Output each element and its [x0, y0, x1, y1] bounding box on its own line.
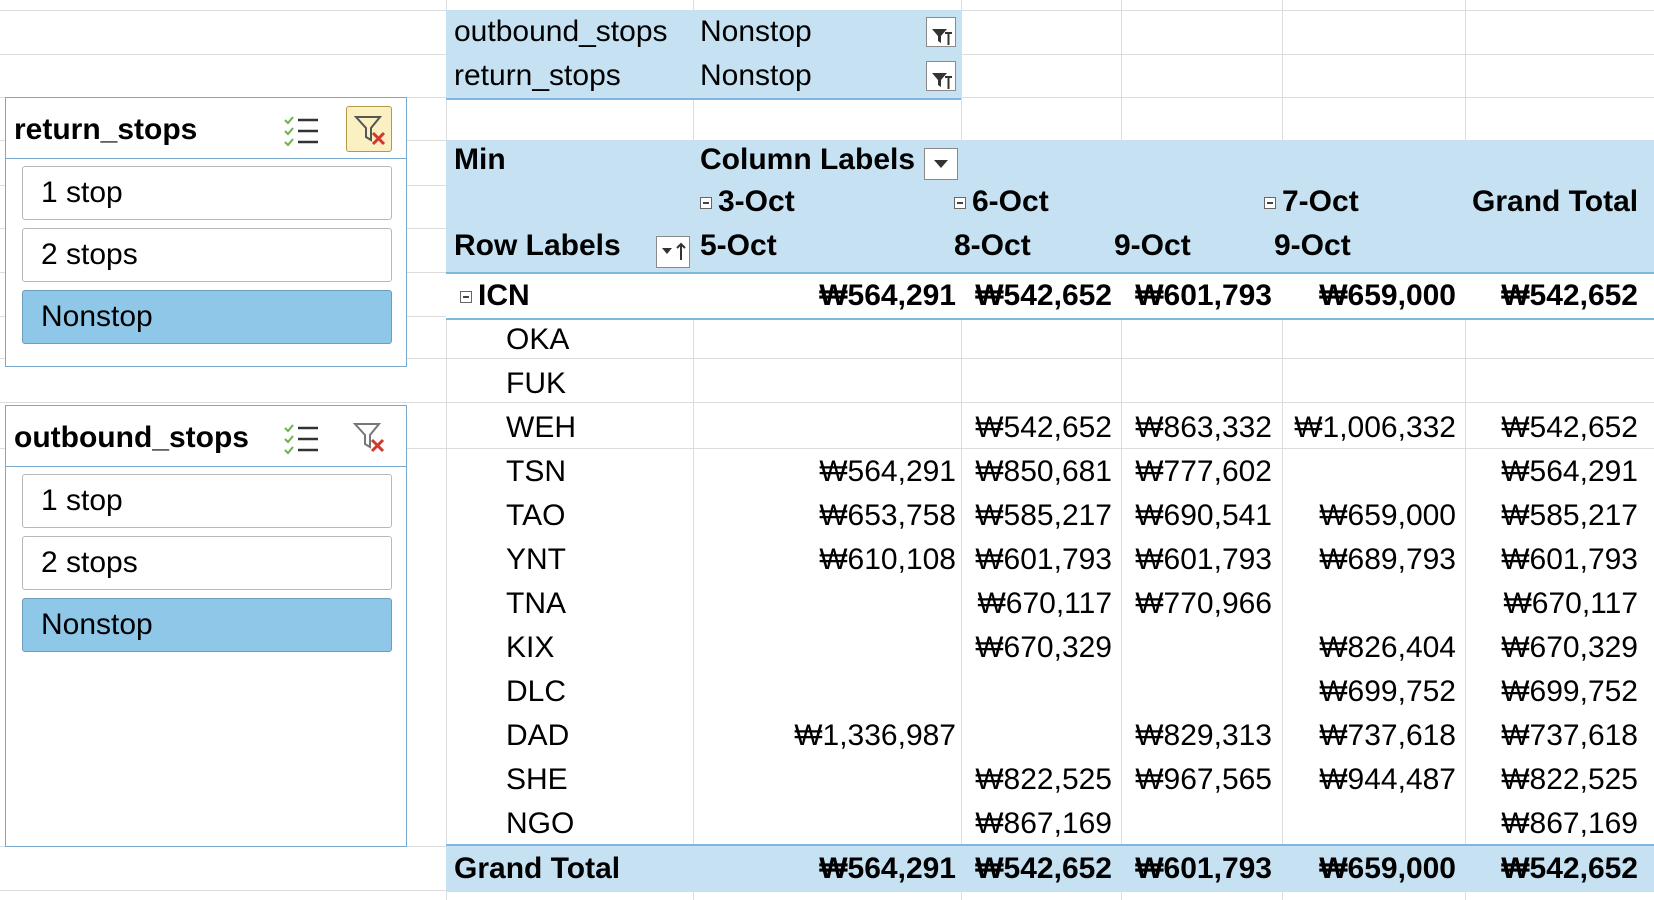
value-cell[interactable]: ₩564,291	[446, 450, 1638, 494]
clear-filter-icon[interactable]	[346, 106, 392, 152]
collapse-icon[interactable]	[700, 197, 712, 210]
slicer-item[interactable]: 2 stops	[22, 536, 392, 590]
value-cell[interactable]: ₩699,752	[446, 670, 1638, 714]
clear-filter-icon[interactable]	[346, 414, 392, 460]
table-row[interactable]: WEH ₩542,652 ₩863,332 ₩1,006,332 ₩542,652	[446, 406, 1654, 450]
slicer-title: return_stops	[14, 113, 198, 146]
slicer-return-stops[interactable]: return_stops 1 stop 2 stops Nonstop	[5, 97, 407, 367]
pivot-header: Min Column Labels 3-Oct 6-Oct 7-Oct Gran…	[446, 140, 1654, 274]
slicer-outbound-stops[interactable]: outbound_stops 1 stop 2 stops Nonstop	[5, 405, 407, 847]
filter-row-return: return_stops Nonstop	[446, 54, 961, 98]
slicer-item[interactable]: 1 stop	[22, 166, 392, 220]
report-filter-area: outbound_stops Nonstop return_stops Nons…	[446, 10, 961, 100]
row-labels-header: Row Labels	[454, 229, 621, 262]
column-date-header: 9-Oct	[1274, 229, 1351, 262]
row-label: FUK	[506, 367, 566, 400]
filter-dropdown-icon[interactable]	[926, 17, 956, 47]
slicer-item-selected[interactable]: Nonstop	[22, 290, 392, 344]
filter-dropdown-icon[interactable]	[926, 61, 956, 91]
table-row[interactable]: TSN ₩564,291 ₩850,681 ₩777,602 ₩564,291	[446, 450, 1654, 494]
table-row[interactable]: FUK	[446, 362, 1654, 406]
table-row[interactable]: DAD ₩1,336,987 ₩829,313 ₩737,618 ₩737,618	[446, 714, 1654, 758]
value-cell[interactable]: ₩822,525	[446, 758, 1638, 802]
sort-filter-icon[interactable]	[656, 236, 690, 268]
table-row[interactable]: OKA	[446, 318, 1654, 362]
multi-select-icon[interactable]	[282, 114, 322, 148]
collapse-icon[interactable]	[954, 197, 966, 210]
parent-row-icn[interactable]: ICN ₩564,291 ₩542,652 ₩601,793 ₩659,000 …	[446, 274, 1654, 320]
value-cell[interactable]: ₩542,652	[446, 274, 1638, 318]
value-cell[interactable]: ₩670,117	[446, 582, 1638, 626]
value-cell[interactable]: ₩670,329	[446, 626, 1638, 670]
value-field-label: Min	[454, 143, 506, 176]
filter-field-value: Nonstop	[700, 59, 812, 92]
slicer-title: outbound_stops	[14, 421, 249, 454]
filter-row-outbound: outbound_stops Nonstop	[446, 10, 961, 54]
column-group-7oct[interactable]: 7-Oct	[1264, 182, 1359, 222]
grand-total-column-header: Grand Total	[1472, 185, 1639, 218]
value-cell[interactable]: ₩737,618	[446, 714, 1638, 758]
filter-field-value: Nonstop	[700, 15, 812, 48]
column-date-header: 8-Oct	[954, 229, 1031, 262]
value-cell[interactable]: ₩585,217	[446, 494, 1638, 538]
value-cell[interactable]: ₩867,169	[446, 802, 1638, 846]
column-date-header: 9-Oct	[1114, 229, 1191, 262]
value-cell[interactable]: ₩542,652	[446, 846, 1638, 892]
column-labels-header: Column Labels	[700, 143, 916, 176]
value-cell[interactable]: ₩601,793	[446, 538, 1638, 582]
table-row[interactable]: TAO ₩653,758 ₩585,217 ₩690,541 ₩659,000 ₩585,…	[446, 494, 1654, 538]
table-row[interactable]: SHE ₩822,525 ₩967,565 ₩944,487 ₩822,525	[446, 758, 1654, 802]
table-row[interactable]: DLC ₩699,752 ₩699,752	[446, 670, 1654, 714]
slicer-item[interactable]: 2 stops	[22, 228, 392, 282]
slicer-item-selected[interactable]: Nonstop	[22, 598, 392, 652]
value-cell[interactable]: ₩542,652	[446, 406, 1638, 450]
slicer-item[interactable]: 1 stop	[22, 474, 392, 528]
collapse-icon[interactable]	[1264, 197, 1276, 210]
column-group-3oct[interactable]: 3-Oct	[700, 182, 795, 222]
table-row[interactable]: KIX ₩670,329 ₩826,404 ₩670,329	[446, 626, 1654, 670]
column-date-header: 5-Oct	[700, 229, 777, 262]
table-row[interactable]: NGO ₩867,169 ₩867,169	[446, 802, 1654, 846]
column-labels-dropdown-icon[interactable]	[924, 148, 958, 180]
table-row[interactable]: YNT ₩610,108 ₩601,793 ₩601,793 ₩689,793 ₩601,…	[446, 538, 1654, 582]
table-row[interactable]: TNA ₩670,117 ₩770,966 ₩670,117	[446, 582, 1654, 626]
multi-select-icon[interactable]	[282, 422, 322, 456]
row-label: OKA	[506, 323, 570, 356]
column-group-6oct[interactable]: 6-Oct	[954, 182, 1049, 222]
grand-total-row[interactable]: Grand Total ₩564,291 ₩542,652 ₩601,793 ₩…	[446, 844, 1654, 892]
filter-field-name: return_stops	[454, 59, 621, 92]
filter-field-name: outbound_stops	[454, 15, 668, 48]
